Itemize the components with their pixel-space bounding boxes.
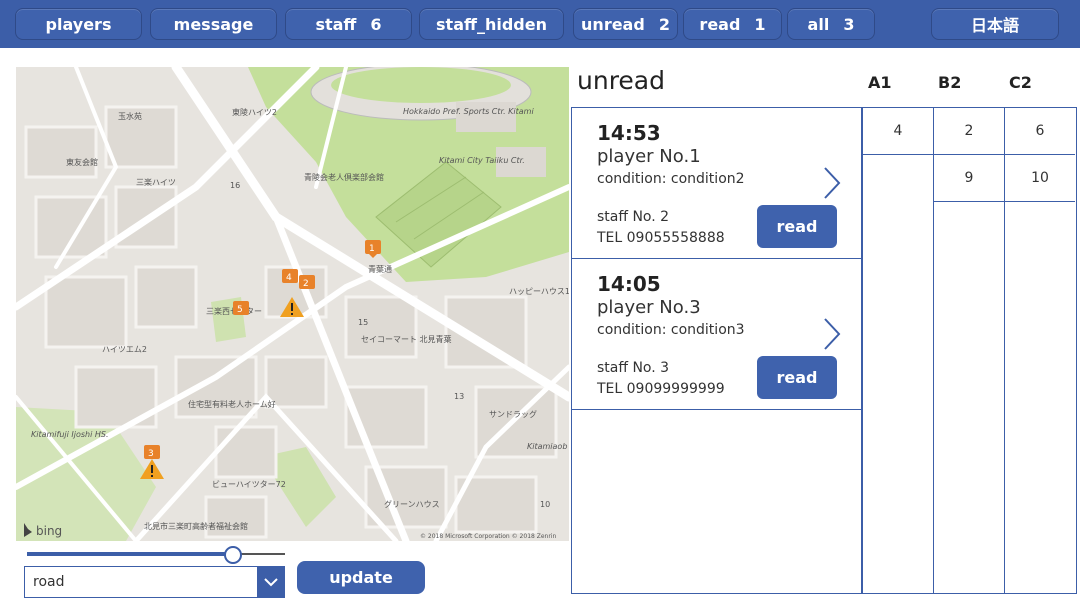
message-time: 14:53 xyxy=(597,121,661,145)
chevron-right-icon[interactable] xyxy=(822,317,842,351)
road-number: 16 xyxy=(230,181,240,190)
map-label: 東陵ハイツ2 xyxy=(232,107,277,117)
grid-cell[interactable]: 10 xyxy=(1005,155,1075,202)
map-canvas: 玉水苑 東陵ハイツ2 Hokkaido Pref. Sports Ctr. Ki… xyxy=(16,67,569,541)
grid-column-b2: 2 9 xyxy=(933,107,1005,594)
map-label: 青陵会老人倶楽部会館 xyxy=(304,172,384,182)
map-label: Kitamiaob xyxy=(527,442,567,451)
column-header-c2: C2 xyxy=(1009,73,1032,92)
read-filter-button[interactable]: read 1 xyxy=(683,8,782,40)
grid-column-a1: 4 xyxy=(862,107,934,594)
update-button[interactable]: update xyxy=(297,561,425,594)
slider-thumb[interactable] xyxy=(224,546,243,564)
top-toolbar: players message staff 6 staff_hidden unre… xyxy=(0,0,1080,48)
map-view[interactable]: 玉水苑 東陵ハイツ2 Hokkaido Pref. Sports Ctr. Ki… xyxy=(16,67,569,541)
message-player: player No.3 xyxy=(597,297,701,318)
road-number: 15 xyxy=(358,318,368,327)
zoom-slider[interactable] xyxy=(27,545,285,564)
message-list: 14:53 player No.1 condition: condition2 … xyxy=(571,107,862,594)
map-label: ビューハイツター72 xyxy=(212,480,286,489)
language-label: 日本語 xyxy=(970,16,1019,35)
grid-column-c2: 6 10 xyxy=(1004,107,1077,594)
message-player: player No.1 xyxy=(597,146,701,167)
message-button[interactable]: message xyxy=(150,8,277,40)
map-label: 青葉通 xyxy=(368,264,392,274)
message-tel: TEL 09099999999 xyxy=(597,381,725,397)
column-header-a1: A1 xyxy=(868,73,892,92)
read-filter-label: read xyxy=(699,14,741,34)
marker-5[interactable]: 5 xyxy=(233,301,249,315)
grid-cell[interactable]: 9 xyxy=(934,155,1004,202)
map-attribution: © 2018 Microsoft Corporation © 2018 Zenr… xyxy=(420,533,556,540)
svg-text:5: 5 xyxy=(237,305,243,315)
staff-hidden-label: staff_hidden xyxy=(436,14,547,34)
map-label: Kitami City Taiiku Ctr. xyxy=(439,156,525,165)
staff-hidden-button[interactable]: staff_hidden xyxy=(419,8,564,40)
map-style-dropdown[interactable]: road xyxy=(24,566,285,598)
map-label: 三楽ハイツ xyxy=(136,177,176,187)
svg-text:bing: bing xyxy=(36,524,62,538)
all-count: 3 xyxy=(843,14,855,34)
read-button[interactable]: read xyxy=(757,356,837,399)
unread-button[interactable]: unread 2 xyxy=(573,8,678,40)
players-button[interactable]: players xyxy=(15,8,142,40)
map-label: 住宅型有料老人ホーム好 xyxy=(188,399,276,409)
marker-3[interactable]: 3 xyxy=(144,445,160,459)
message-tel: TEL 09055558888 xyxy=(597,230,725,246)
chevron-down-icon[interactable] xyxy=(257,567,284,597)
players-label: players xyxy=(45,14,112,34)
map-label: グリーンハウス xyxy=(384,499,440,509)
all-label: all xyxy=(807,14,830,34)
staff-count: 6 xyxy=(370,14,382,34)
unread-count: 2 xyxy=(658,14,670,34)
update-label: update xyxy=(329,568,393,587)
marker-2[interactable]: 2 xyxy=(299,275,315,289)
all-button[interactable]: all 3 xyxy=(787,8,875,40)
message-staff: staff No. 2 xyxy=(597,209,670,225)
language-button[interactable]: 日本語 xyxy=(931,8,1059,40)
chevron-right-icon[interactable] xyxy=(822,166,842,200)
unread-label: unread xyxy=(581,14,645,34)
staff-grid: 4 2 9 6 10 xyxy=(862,107,1077,594)
staff-button[interactable]: staff 6 xyxy=(285,8,412,40)
svg-text:1: 1 xyxy=(369,244,375,254)
road-number: 10 xyxy=(540,500,550,509)
grid-cell[interactable]: 2 xyxy=(934,108,1004,155)
svg-text:4: 4 xyxy=(286,273,292,283)
map-label: 北見市三楽町高齢者福祉会館 xyxy=(144,521,248,531)
map-label: Kitamifuji Ijoshi HS. xyxy=(31,430,109,439)
staff-label: staff xyxy=(315,14,357,34)
svg-text:2: 2 xyxy=(303,279,309,289)
message-condition: condition: condition2 xyxy=(597,171,745,187)
map-label: サンドラッグ xyxy=(489,409,537,419)
map-style-value: road xyxy=(33,574,65,590)
map-label: Hokkaido Pref. Sports Ctr. Kitami xyxy=(403,107,534,116)
panel-title: unread xyxy=(577,66,665,95)
road-number: 13 xyxy=(454,392,464,401)
map-label: 東友会館 xyxy=(66,157,98,167)
message-label: message xyxy=(173,14,254,34)
grid-cell[interactable]: 4 xyxy=(863,108,933,155)
message-condition: condition: condition3 xyxy=(597,322,745,338)
message-staff: staff No. 3 xyxy=(597,360,670,376)
read-count: 1 xyxy=(754,14,766,34)
column-header-b2: B2 xyxy=(938,73,962,92)
map-label: セイコーマート 北見青葉 xyxy=(361,334,452,344)
message-time: 14:05 xyxy=(597,272,661,296)
marker-4[interactable]: 4 xyxy=(282,269,298,283)
map-label: ハッピーハウス1 xyxy=(509,287,569,296)
grid-cell[interactable]: 6 xyxy=(1005,108,1075,155)
message-card[interactable]: 14:53 player No.1 condition: condition2 … xyxy=(572,108,861,259)
slider-fill xyxy=(27,552,234,556)
message-card[interactable]: 14:05 player No.3 condition: condition3 … xyxy=(572,259,861,410)
map-label: ハイツエム2 xyxy=(102,345,147,354)
map-label: 玉水苑 xyxy=(118,111,142,121)
svg-text:3: 3 xyxy=(148,449,154,459)
read-button-label: read xyxy=(776,217,818,236)
read-button[interactable]: read xyxy=(757,205,837,248)
read-button-label: read xyxy=(776,368,818,387)
